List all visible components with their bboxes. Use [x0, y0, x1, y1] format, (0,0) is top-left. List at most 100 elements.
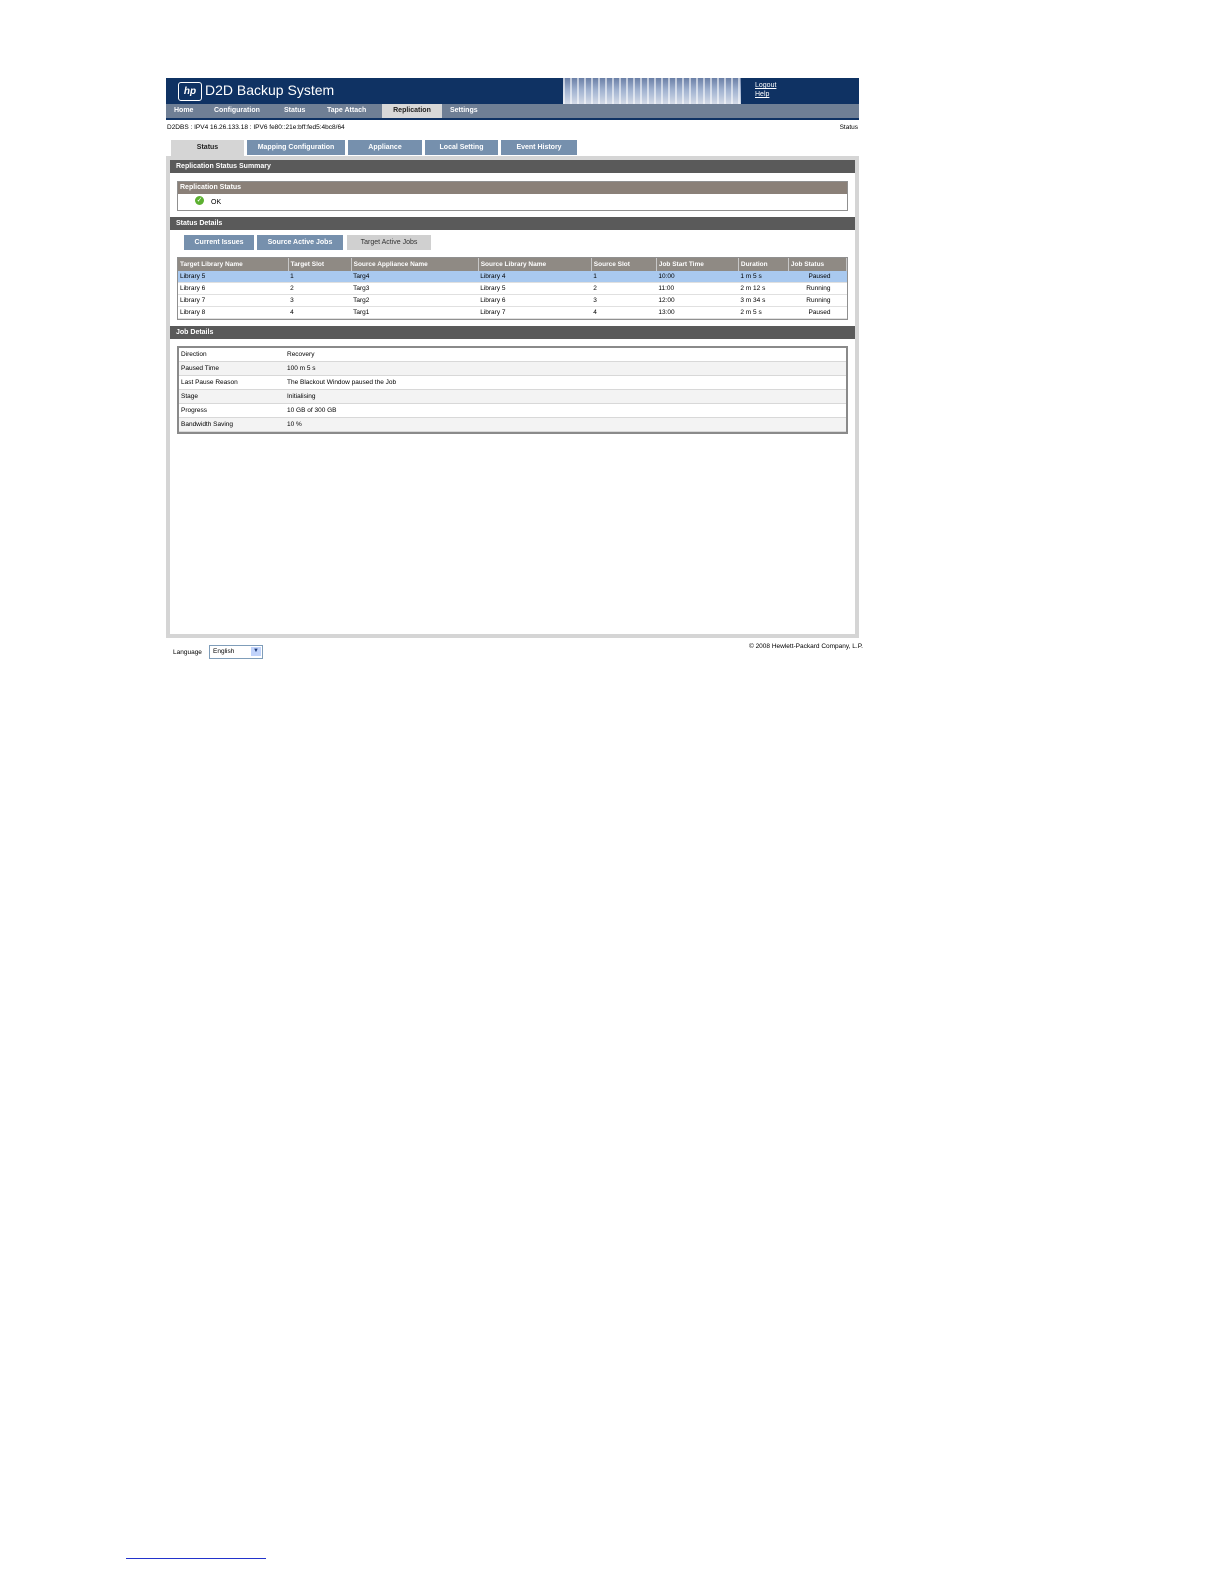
- cell-job-status: Running: [788, 282, 847, 295]
- nav-configuration[interactable]: Configuration: [214, 104, 260, 118]
- cell-source-appliance: Targ3: [351, 282, 479, 295]
- replication-status-box: Replication Status ✓ OK: [177, 181, 848, 211]
- hp-logo: hp: [178, 82, 202, 101]
- table-row[interactable]: Library 6 2 Targ3 Library 5 2 11:00 2 m …: [178, 282, 847, 295]
- cell-duration: 2 m 5 s: [738, 306, 789, 319]
- cell-source-library: Library 4: [478, 271, 592, 283]
- language-value: English: [213, 648, 235, 655]
- cell-source-slot: 4: [591, 306, 657, 319]
- status-breadcrumb: Status: [839, 124, 858, 131]
- col-source-appliance-name[interactable]: Source Appliance Name: [351, 258, 479, 271]
- cell-job-status: Paused: [788, 271, 847, 283]
- cell-target-library: Library 7: [178, 294, 289, 307]
- table-row[interactable]: Library 5 1 Targ4 Library 4 1 10:00 1 m …: [178, 271, 847, 283]
- help-link[interactable]: Help: [755, 90, 776, 99]
- nav-replication[interactable]: Replication: [382, 104, 442, 118]
- replication-status-row: ✓ OK: [178, 194, 847, 210]
- detail-label: Last Pause Reason: [179, 375, 285, 390]
- footnote-separator: [126, 1558, 266, 1559]
- logout-link[interactable]: Logout: [755, 81, 776, 90]
- col-target-library-name[interactable]: Target Library Name: [178, 258, 289, 271]
- tab-source-active-jobs[interactable]: Source Active Jobs: [257, 235, 343, 250]
- status-details-header: Status Details: [170, 217, 855, 230]
- col-duration[interactable]: Duration: [738, 258, 789, 271]
- detail-value: 10 %: [285, 417, 846, 432]
- col-source-slot[interactable]: Source Slot: [591, 258, 657, 271]
- replication-status-title: Replication Status: [178, 182, 847, 194]
- cell-start-time: 11:00: [656, 282, 739, 295]
- cell-source-library: Library 6: [478, 294, 592, 307]
- cell-source-slot: 2: [591, 282, 657, 295]
- replication-status-value: OK: [211, 199, 222, 206]
- tab-target-active-jobs[interactable]: Target Active Jobs: [347, 235, 431, 250]
- tab-mapping-configuration[interactable]: Mapping Configuration: [247, 140, 345, 155]
- cell-target-library: Library 6: [178, 282, 289, 295]
- cell-target-slot: 3: [288, 294, 352, 307]
- copyright-text: © 2008 Hewlett-Packard Company, L.P.: [748, 643, 863, 650]
- table-header-row: Target Library Name Target Slot Source A…: [178, 258, 848, 271]
- content-frame: Replication Status Summary Replication S…: [166, 156, 859, 638]
- target-jobs-table-box: Target Library Name Target Slot Source A…: [177, 257, 848, 320]
- detail-row: Bandwidth Saving 10 %: [179, 417, 846, 432]
- detail-value: Initialising: [285, 389, 846, 404]
- col-job-status[interactable]: Job Status: [788, 258, 848, 271]
- d2d-app: hp D2D Backup System Logout Help Home Co…: [166, 78, 859, 638]
- detail-value: 100 m 5 s: [285, 361, 846, 376]
- detail-row: Direction Recovery: [179, 348, 846, 362]
- cell-source-slot: 3: [591, 294, 657, 307]
- cell-duration: 3 m 34 s: [738, 294, 789, 307]
- table-row[interactable]: Library 7 3 Targ2 Library 6 3 12:00 3 m …: [178, 294, 847, 307]
- cell-target-library: Library 5: [178, 271, 289, 283]
- tab-status[interactable]: Status: [171, 140, 244, 156]
- cell-source-appliance: Targ4: [351, 271, 479, 283]
- detail-label: Bandwidth Saving: [179, 417, 285, 432]
- cell-job-status: Running: [788, 294, 847, 307]
- chevron-down-icon[interactable]: ▼: [251, 647, 261, 656]
- page-tabs: Status Mapping Configuration Appliance L…: [166, 140, 859, 156]
- cell-target-slot: 1: [288, 271, 352, 283]
- nav-home[interactable]: Home: [174, 104, 202, 118]
- table-row[interactable]: Library 8 4 Targ1 Library 7 4 13:00 2 m …: [178, 306, 847, 319]
- detail-value: Recovery: [285, 348, 846, 362]
- cell-target-slot: 4: [288, 306, 352, 319]
- job-details-box: Direction Recovery Paused Time 100 m 5 s…: [177, 346, 848, 434]
- detail-row: Last Pause Reason The Blackout Window pa…: [179, 375, 846, 390]
- detail-row: Paused Time 100 m 5 s: [179, 361, 846, 376]
- header-links: Logout Help: [755, 81, 776, 99]
- detail-label: Direction: [179, 348, 285, 362]
- tab-event-history[interactable]: Event History: [501, 140, 577, 155]
- cell-duration: 1 m 5 s: [738, 271, 789, 283]
- tab-appliance[interactable]: Appliance: [348, 140, 422, 155]
- col-target-slot[interactable]: Target Slot: [288, 258, 352, 271]
- detail-row: Stage Initialising: [179, 389, 846, 404]
- detail-label: Progress: [179, 403, 285, 418]
- cell-source-appliance: Targ1: [351, 306, 479, 319]
- nav-tape-attach[interactable]: Tape Attach: [327, 104, 366, 118]
- tab-current-issues[interactable]: Current Issues: [184, 235, 254, 250]
- cell-start-time: 13:00: [656, 306, 739, 319]
- cell-source-slot: 1: [591, 271, 657, 283]
- detail-label: Stage: [179, 389, 285, 404]
- detail-label: Paused Time: [179, 361, 285, 376]
- info-bar: D2DBS : IPV4 16.26.133.18 : IPV6 fe80::2…: [166, 120, 859, 134]
- building-banner-image: [563, 78, 741, 104]
- tab-local-setting[interactable]: Local Setting: [425, 140, 498, 155]
- content-panel: Replication Status Summary Replication S…: [170, 160, 855, 634]
- main-nav: Home Configuration Status Tape Attach Re…: [166, 104, 859, 118]
- cell-duration: 2 m 12 s: [738, 282, 789, 295]
- col-job-start-time[interactable]: Job Start Time: [656, 258, 739, 271]
- detail-value: The Blackout Window paused the Job: [285, 375, 846, 390]
- nav-status[interactable]: Status: [284, 104, 305, 118]
- cell-target-library: Library 8: [178, 306, 289, 319]
- cell-job-status: Paused: [788, 306, 847, 319]
- language-select[interactable]: English ▼: [209, 645, 263, 659]
- detail-value: 10 GB of 300 GB: [285, 403, 846, 418]
- target-active-jobs-table: Target Library Name Target Slot Source A…: [178, 258, 848, 319]
- app-title: D2D Backup System: [205, 82, 335, 98]
- language-label: Language: [173, 649, 202, 656]
- ok-check-icon: ✓: [195, 196, 204, 205]
- cell-start-time: 12:00: [656, 294, 739, 307]
- col-source-library-name[interactable]: Source Library Name: [478, 258, 592, 271]
- job-details-header: Job Details: [170, 326, 855, 339]
- nav-settings[interactable]: Settings: [450, 104, 478, 118]
